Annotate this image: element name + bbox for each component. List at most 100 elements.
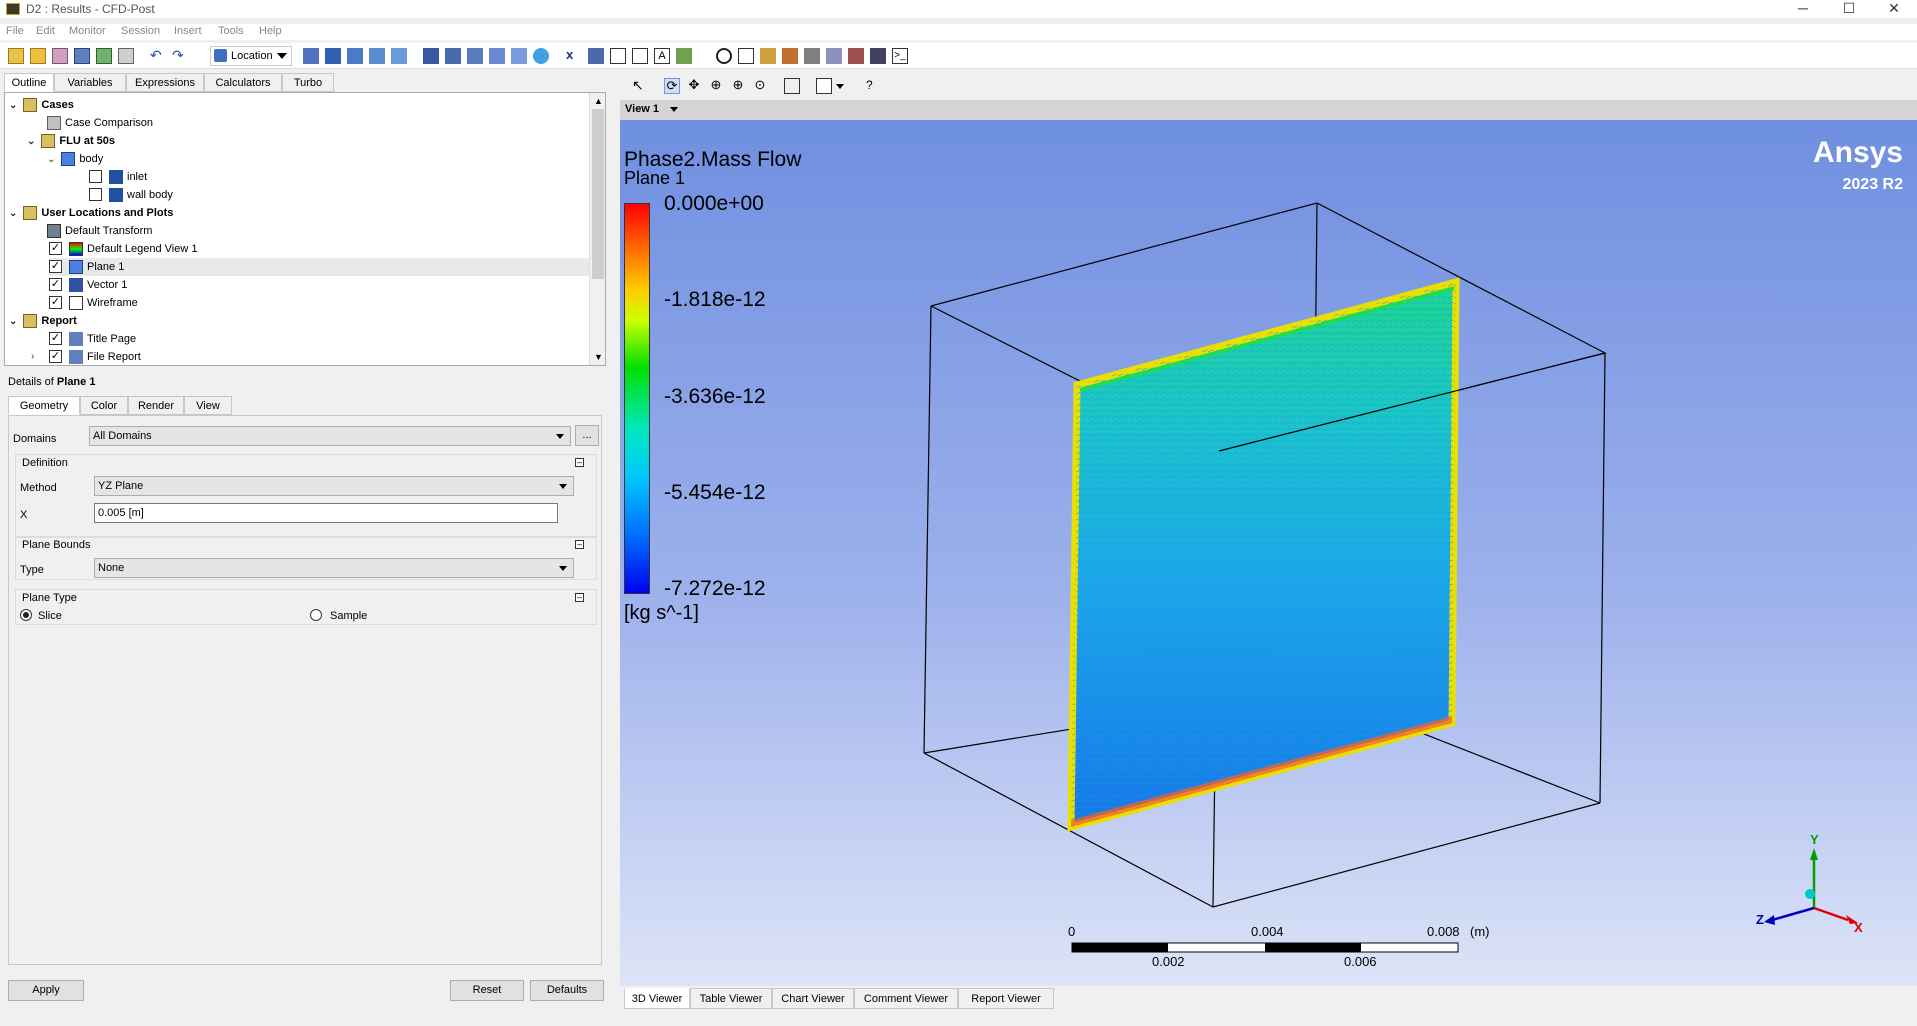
- menu-session[interactable]: Session: [121, 25, 160, 37]
- viewport-layout-icon[interactable]: [816, 78, 832, 94]
- tree-item-report[interactable]: ⌄ Report: [9, 312, 77, 330]
- scrollbar-thumb[interactable]: [592, 109, 604, 279]
- tab-view[interactable]: View: [184, 396, 232, 415]
- chevron-down-icon[interactable]: [670, 107, 678, 112]
- tree-scrollbar[interactable]: ▲ ▼: [589, 93, 605, 365]
- chevron-down-icon[interactable]: ⌄: [9, 100, 17, 111]
- close-icon[interactable]: ✕: [1871, 0, 1917, 18]
- defaults-button[interactable]: Defaults: [530, 980, 604, 1001]
- particle-track-icon[interactable]: [369, 48, 385, 64]
- tab-comment-viewer[interactable]: Comment Viewer: [854, 988, 958, 1009]
- tab-turbo[interactable]: Turbo: [282, 73, 334, 92]
- menu-edit[interactable]: Edit: [36, 25, 55, 37]
- chevron-down-icon[interactable]: ⌄: [9, 316, 17, 327]
- redo-icon[interactable]: ↷: [172, 48, 188, 64]
- wall-body-checkbox[interactable]: [89, 188, 102, 201]
- chevron-down-icon[interactable]: ⌄: [27, 136, 35, 147]
- help-pointer-icon[interactable]: ?: [866, 78, 882, 94]
- mesh-calculator-icon[interactable]: [848, 48, 864, 64]
- scroll-up-icon[interactable]: ▲: [594, 96, 603, 106]
- scroll-down-icon[interactable]: ▼: [594, 352, 603, 362]
- rotate-icon[interactable]: ⟳: [664, 78, 680, 94]
- tab-render[interactable]: Render: [128, 396, 184, 415]
- menu-insert[interactable]: Insert: [174, 25, 202, 37]
- pan-icon[interactable]: ✥: [686, 78, 702, 94]
- title-page-checkbox[interactable]: ✓: [49, 332, 62, 345]
- variable-icon[interactable]: x: [566, 48, 582, 64]
- domains-more-button[interactable]: ...: [575, 425, 599, 446]
- menu-help[interactable]: Help: [259, 25, 282, 37]
- minimize-icon[interactable]: ─: [1780, 0, 1826, 18]
- method-select[interactable]: YZ Plane: [94, 476, 574, 496]
- legend-icon[interactable]: [489, 48, 505, 64]
- vector-icon[interactable]: [303, 48, 319, 64]
- vector1-checkbox[interactable]: ✓: [49, 278, 62, 291]
- tab-calculators[interactable]: Calculators: [204, 73, 282, 92]
- tree-item-inlet[interactable]: inlet: [89, 168, 147, 186]
- chevron-down-icon[interactable]: ⌄: [47, 154, 55, 165]
- tab-chart-viewer[interactable]: Chart Viewer: [772, 988, 854, 1009]
- tree-item-plane1[interactable]: ✓ Plane 1: [49, 258, 589, 276]
- macro-calculator-icon[interactable]: [826, 48, 842, 64]
- file-report-checkbox[interactable]: ✓: [49, 350, 62, 363]
- probe-icon[interactable]: [782, 48, 798, 64]
- text-icon[interactable]: [423, 48, 439, 64]
- figure-icon[interactable]: [676, 48, 692, 64]
- collapse-icon[interactable]: –: [575, 540, 584, 549]
- legend-checkbox[interactable]: ✓: [49, 242, 62, 255]
- inlet-checkbox[interactable]: [89, 170, 102, 183]
- zoom-fit-icon[interactable]: ⊙: [752, 78, 768, 94]
- slice-radio[interactable]: [20, 609, 32, 621]
- expression-icon[interactable]: [588, 48, 604, 64]
- tree-item-flu[interactable]: ⌄ FLU at 50s: [27, 132, 115, 150]
- save-icon[interactable]: [74, 48, 90, 64]
- command-editor-icon[interactable]: >_: [892, 48, 908, 64]
- view-selector[interactable]: View 1: [625, 103, 659, 115]
- fit-view-icon[interactable]: [784, 78, 800, 94]
- wireframe-checkbox[interactable]: ✓: [49, 296, 62, 309]
- menu-monitor[interactable]: Monitor: [69, 25, 106, 37]
- color-map-icon[interactable]: [467, 48, 483, 64]
- chevron-down-icon[interactable]: ⌄: [9, 208, 17, 219]
- apply-button[interactable]: Apply: [8, 980, 84, 1001]
- tab-3d-viewer[interactable]: 3D Viewer: [624, 988, 690, 1009]
- screenshot-icon[interactable]: [118, 48, 134, 64]
- undo-icon[interactable]: ↶: [150, 48, 166, 64]
- tab-table-viewer[interactable]: Table Viewer: [690, 988, 772, 1009]
- new-case-icon[interactable]: [8, 48, 24, 64]
- x-field[interactable]: 0.005 [m]: [94, 503, 558, 523]
- plane1-checkbox[interactable]: ✓: [49, 260, 62, 273]
- refresh-icon[interactable]: [96, 48, 112, 64]
- tree-item-wireframe[interactable]: ✓ Wireframe: [49, 294, 138, 312]
- case-comparison-icon[interactable]: [870, 48, 886, 64]
- tree-item-default-legend[interactable]: ✓ Default Legend View 1: [49, 240, 198, 258]
- volume-rendering-icon[interactable]: [391, 48, 407, 64]
- zoom-icon[interactable]: ⊕: [708, 78, 724, 94]
- menu-file[interactable]: File: [6, 25, 24, 37]
- location-button[interactable]: Location: [210, 46, 292, 66]
- table-icon[interactable]: [610, 48, 626, 64]
- open-icon[interactable]: [30, 48, 46, 64]
- zoom-box-icon[interactable]: ⊕: [730, 78, 746, 94]
- tab-color[interactable]: Color: [80, 396, 128, 415]
- tab-expressions[interactable]: Expressions: [126, 73, 204, 92]
- tab-geometry[interactable]: Geometry: [8, 396, 80, 415]
- quick-editor-icon[interactable]: [760, 48, 776, 64]
- tree-item-cases[interactable]: ⌄ Cases: [9, 96, 74, 114]
- chevron-right-icon[interactable]: ›: [31, 348, 34, 365]
- maximize-icon[interactable]: ☐: [1826, 0, 1872, 18]
- function-calculator-icon[interactable]: [804, 48, 820, 64]
- sample-radio[interactable]: [310, 609, 322, 621]
- tree-item-file-report[interactable]: › ✓ File Report: [29, 348, 141, 365]
- chevron-down-icon[interactable]: [836, 84, 844, 89]
- clip-plane-icon[interactable]: [445, 48, 461, 64]
- comment-icon[interactable]: A: [654, 48, 670, 64]
- collapse-icon[interactable]: –: [575, 458, 584, 467]
- tree-item-title-page[interactable]: ✓ Title Page: [49, 330, 136, 348]
- timestep-icon[interactable]: [716, 48, 732, 64]
- streamline-icon[interactable]: [347, 48, 363, 64]
- domains-select[interactable]: All Domains: [89, 426, 571, 446]
- load-results-icon[interactable]: [52, 48, 68, 64]
- animation-icon[interactable]: [738, 48, 754, 64]
- contour-icon[interactable]: [325, 48, 341, 64]
